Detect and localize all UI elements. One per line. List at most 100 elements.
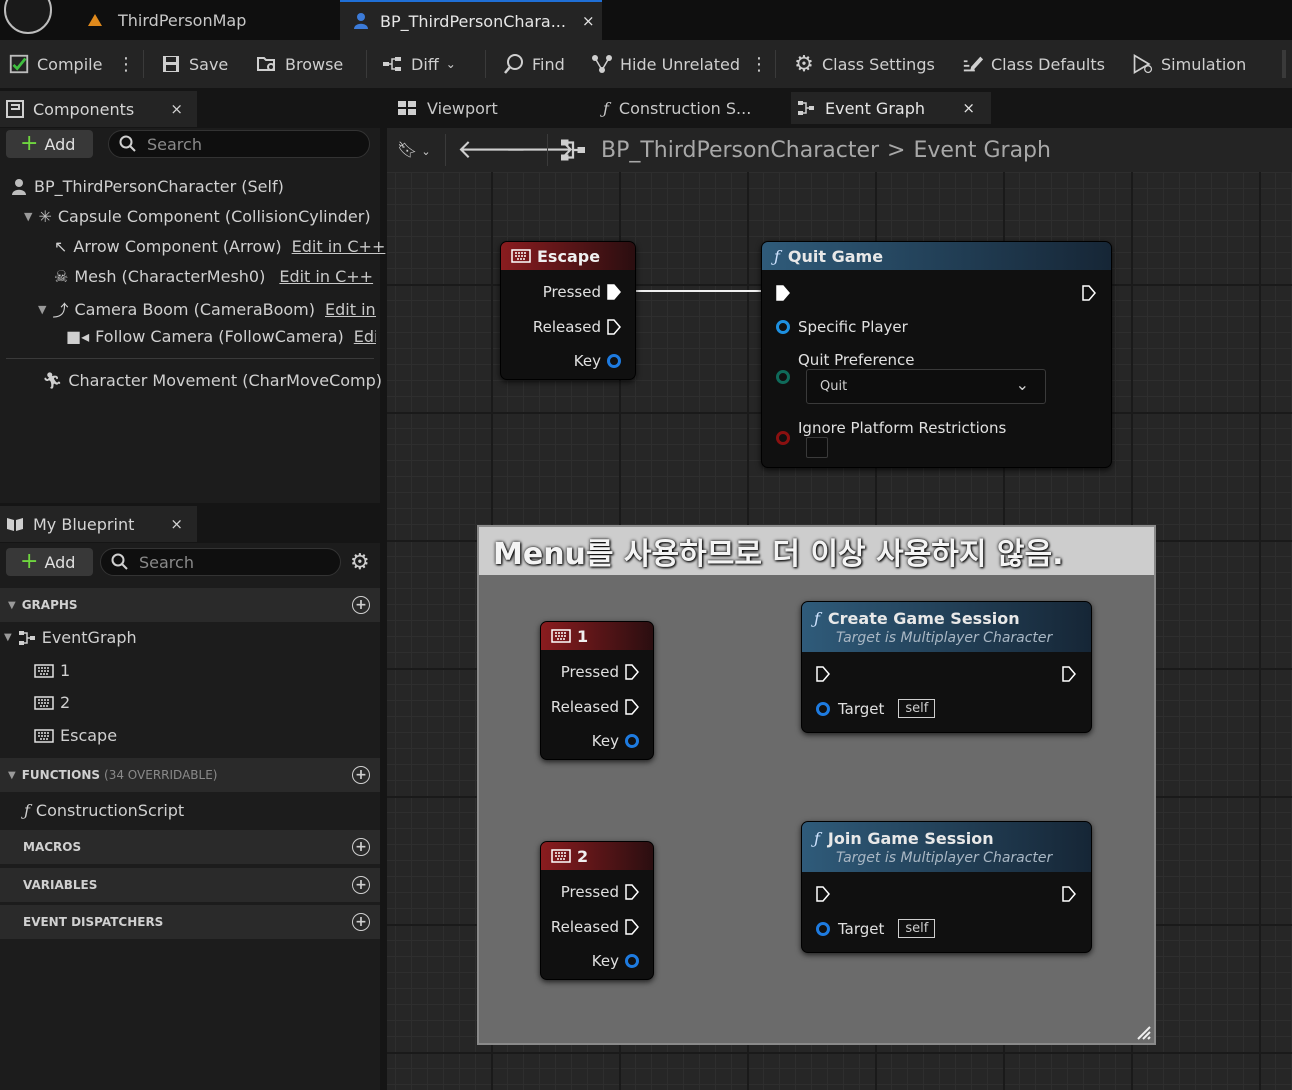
add-event-dispatcher-icon[interactable]: + [352,913,370,931]
breadcrumb-blueprint[interactable]: BP_ThirdPersonCharacter [601,138,879,163]
create-game-session-node[interactable]: ƒ Create Game Session Target is Multipla… [801,601,1092,733]
ignore-platform-checkbox[interactable] [806,437,828,458]
object-pin-icon[interactable] [776,320,790,334]
edit-in-cpp-link[interactable]: Edit in C [325,300,376,319]
exec-input-pin-icon[interactable] [816,886,830,902]
find-button[interactable]: Find [503,40,565,88]
close-components-icon[interactable]: × [170,100,183,118]
exec-pin-filled-icon[interactable] [607,284,621,300]
class-settings-button[interactable]: ⚙ Class Settings [793,40,935,88]
my-blueprint-search-input[interactable]: Search [100,548,341,576]
add-member-button[interactable]: + Add [6,548,93,576]
struct-pin-icon[interactable] [625,954,639,968]
object-pin-icon[interactable] [816,921,830,936]
unreal-logo-icon[interactable] [4,0,52,34]
pressed-exec-pin[interactable]: Pressed [561,663,639,681]
tab-bp-thirdpersoncharacter[interactable]: BP_ThirdPersonChara... × [340,0,602,40]
simulation-button[interactable]: Simulation [1132,40,1246,88]
compile-button[interactable]: Compile [8,40,102,88]
pressed-exec-pin[interactable]: Pressed [543,283,621,301]
hide-unrelated-options-icon[interactable]: ⋮ [750,54,768,75]
function-item-constructionscript[interactable]: ƒ ConstructionScript [24,801,184,820]
exec-pin-icon[interactable] [625,884,639,900]
close-tab-icon[interactable]: × [582,12,595,30]
exec-input-pin-icon[interactable] [816,666,830,682]
chevron-down-icon[interactable]: ▼ [24,210,32,223]
chevron-down-icon[interactable]: ▼ [4,632,12,643]
gear-icon[interactable]: ⚙ [350,550,370,575]
event-item-1[interactable]: 1 [34,661,70,680]
exec-pin-icon[interactable] [625,664,639,680]
save-button[interactable]: Save [160,40,228,88]
component-capsule[interactable]: ▼ ✳ Capsule Component (CollisionCylinder… [24,207,371,226]
target-pin[interactable]: Target self [816,919,936,938]
enum-pin-icon[interactable] [776,370,790,384]
close-tab-icon[interactable]: × [962,99,975,117]
exec-input-pin-icon[interactable] [776,285,790,301]
add-graph-icon[interactable]: + [352,596,370,614]
exec-pin-icon[interactable] [607,319,621,335]
breadcrumb-graph[interactable]: Event Graph [913,138,1051,163]
exec-pin-icon[interactable] [625,919,639,935]
key-2-event-node[interactable]: 2 Pressed Released Key [540,841,654,980]
add-macro-icon[interactable]: + [352,838,370,856]
quit-game-node[interactable]: ƒ Quit Game Specific Player Quit Prefere… [761,241,1112,468]
edit-in-cpp-link[interactable]: Edit [354,327,376,346]
edit-in-cpp-link[interactable]: Edit in C++ [292,237,386,256]
exec-output-pin-icon[interactable] [1062,666,1076,682]
tab-components[interactable]: Components × [0,91,197,127]
component-follow-camera[interactable]: ■◂ Follow Camera (FollowCamera) Edit [66,327,376,346]
struct-pin-icon[interactable] [607,354,621,368]
functions-section-header[interactable]: ▼ FUNCTIONS (34 OVERRIDABLE) + [0,758,380,792]
component-mesh[interactable]: ☠ Mesh (CharacterMesh0) Edit in C++ [54,267,373,286]
components-search-input[interactable]: Search [108,130,370,158]
event-item-escape[interactable]: Escape [34,726,117,745]
add-function-icon[interactable]: + [352,766,370,784]
close-my-blueprint-icon[interactable]: × [170,515,183,533]
key-output-pin[interactable]: Key [574,352,621,370]
chevron-down-icon[interactable]: ▼ [38,303,46,316]
comment-title[interactable]: Menu를 사용하므로 더 이상 사용하지 않음. [479,527,1154,575]
tab-thirdpersonmap[interactable]: ThirdPersonMap [74,0,340,40]
exec-output-pin-icon[interactable] [1082,285,1096,301]
key-output-pin[interactable]: Key [592,732,639,750]
join-game-session-node[interactable]: ƒ Join Game Session Target is Multiplaye… [801,821,1092,953]
add-variable-icon[interactable]: + [352,876,370,894]
target-pin[interactable]: Target self [816,699,936,718]
tab-event-graph[interactable]: Event Graph × [791,92,991,124]
graph-item-eventgraph[interactable]: ▼ EventGraph [4,628,137,647]
object-pin-icon[interactable] [816,701,830,716]
event-item-2[interactable]: 2 [34,693,70,712]
component-self[interactable]: BP_ThirdPersonCharacter (Self) [10,177,284,196]
add-component-button[interactable]: + Add [6,130,93,158]
quit-preference-dropdown[interactable]: Quit ⌄ [806,369,1046,404]
edit-in-cpp-link[interactable]: Edit in C++ [279,267,373,286]
released-exec-pin[interactable]: Released [551,698,639,716]
struct-pin-icon[interactable] [625,734,639,748]
released-exec-pin[interactable]: Released [533,318,621,336]
key-output-pin[interactable]: Key [592,952,639,970]
escape-event-node[interactable]: Escape Pressed Released Key [500,241,636,380]
class-defaults-button[interactable]: Class Defaults [962,40,1105,88]
specific-player-pin[interactable]: Specific Player [776,318,908,336]
resize-handle-icon[interactable] [1134,1023,1152,1041]
bool-pin-icon[interactable] [776,431,790,445]
tab-my-blueprint[interactable]: My Blueprint × [0,506,197,542]
compile-options-icon[interactable]: ⋮ [117,54,135,75]
tab-viewport[interactable]: Viewport [391,92,587,124]
released-exec-pin[interactable]: Released [551,918,639,936]
component-character-movement[interactable]: 🏃︎ Character Movement (CharMoveComp) [42,371,382,390]
key-1-event-node[interactable]: 1 Pressed Released Key [540,621,654,760]
tab-construction-script[interactable]: ƒ Construction S... [591,92,787,124]
bookmark-icon[interactable]: 🔖︎ ⌄ [397,140,431,159]
graphs-section-header[interactable]: ▼ GRAPHS + [0,588,380,622]
pressed-exec-pin[interactable]: Pressed [561,883,639,901]
exec-output-pin-icon[interactable] [1062,886,1076,902]
variables-section-header[interactable]: VARIABLES + [0,868,380,902]
component-camera-boom[interactable]: ▼ ⤴ Camera Boom (CameraBoom) Edit in C [38,297,376,321]
macros-section-header[interactable]: MACROS + [0,830,380,864]
event-dispatchers-section-header[interactable]: EVENT DISPATCHERS + [0,905,380,939]
browse-button[interactable]: Browse [256,40,343,88]
exec-pin-icon[interactable] [625,699,639,715]
hide-unrelated-button[interactable]: Hide Unrelated [591,40,740,88]
